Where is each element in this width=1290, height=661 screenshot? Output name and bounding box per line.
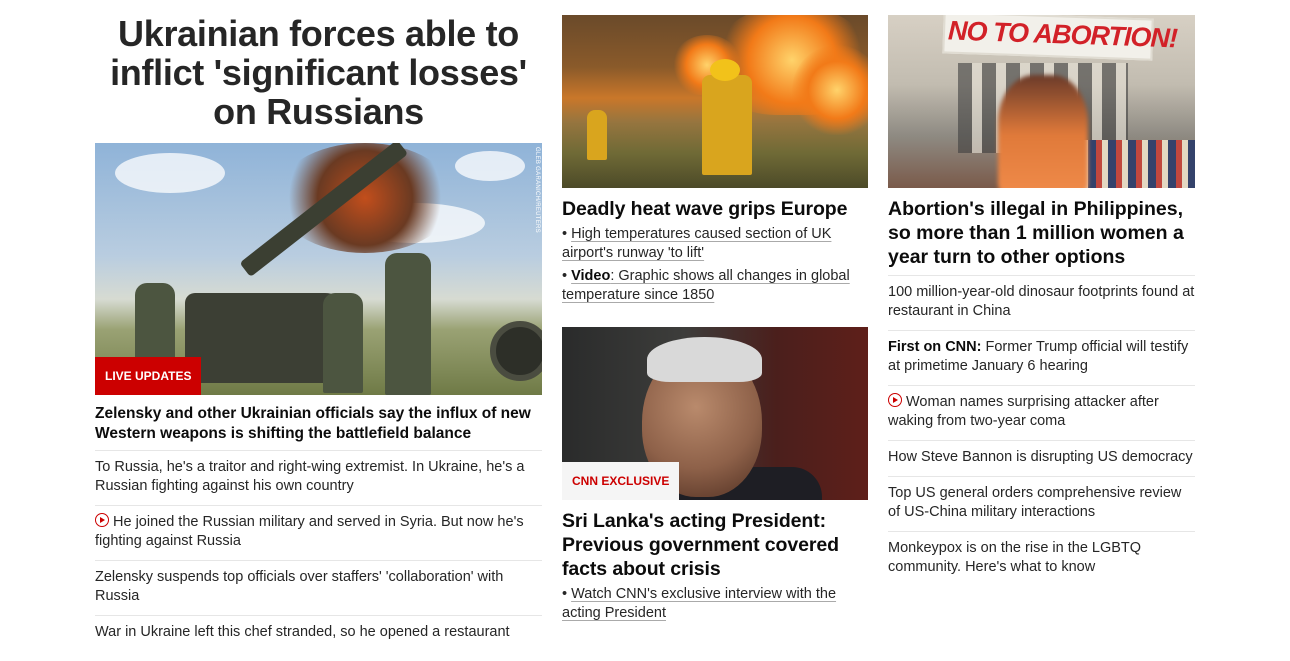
list-item-text: Woman names surprising attacker after wa…: [888, 394, 1159, 429]
bullet-glyph: •: [562, 226, 572, 242]
wildfire-photo[interactable]: [562, 15, 868, 188]
sri-lanka-headline-link[interactable]: Sri Lanka's acting President: Previous g…: [562, 509, 868, 581]
list-item[interactable]: He joined the Russian military and serve…: [95, 505, 542, 560]
list-item[interactable]: 100 million-year-old dinosaur footprints…: [888, 275, 1195, 330]
bullet-text: Watch CNN's exclusive interview with the…: [562, 586, 837, 621]
list-item[interactable]: First on CNN: Former Trump official will…: [888, 330, 1195, 385]
play-icon: [888, 393, 902, 407]
first-on-cnn-label: First on CNN:: [888, 339, 982, 355]
sri-lanka-bullet-1[interactable]: • Watch CNN's exclusive interview with t…: [562, 585, 868, 623]
lead-sub-headline-link[interactable]: Zelensky and other Ukrainian officials s…: [95, 404, 542, 444]
soldier-figure: [385, 253, 431, 395]
play-icon: [95, 513, 109, 527]
list-item-text: How Steve Bannon is disrupting US democr…: [888, 449, 1193, 465]
list-item[interactable]: Woman names surprising attacker after wa…: [888, 385, 1195, 440]
middle-column: Deadly heat wave grips Europe • High tem…: [562, 0, 868, 623]
flame-shape: [792, 45, 868, 135]
photo-credit: GLEB GARANICH/REUTERS: [534, 147, 540, 233]
right-stories-list: 100 million-year-old dinosaur footprints…: [888, 275, 1195, 586]
bullet-glyph: •: [562, 586, 572, 602]
heat-wave-headline-link[interactable]: Deadly heat wave grips Europe: [562, 197, 868, 221]
list-item-text: He joined the Russian military and serve…: [95, 514, 524, 549]
video-label: Video: [571, 268, 611, 284]
howitzer-wheel: [490, 321, 542, 381]
protest-photo[interactable]: NO TO ABORTION!: [888, 15, 1195, 188]
philippines-headline-link[interactable]: Abortion's illegal in Philippines, so mo…: [888, 197, 1195, 269]
list-item-text: Zelensky suspends top officials over sta…: [95, 569, 504, 604]
live-updates-badge: LIVE UPDATES: [95, 357, 202, 395]
related-stories-list: To Russia, he's a traitor and right-wing…: [95, 450, 542, 651]
list-item[interactable]: War in Ukraine left this chef stranded, …: [95, 615, 542, 651]
bullet-text: High temperatures caused section of UK a…: [562, 226, 832, 261]
blurred-person: [998, 75, 1088, 188]
firefighter-figure: [702, 75, 752, 175]
list-item[interactable]: Monkeypox is on the rise in the LGBTQ co…: [888, 531, 1195, 586]
helmet-shape: [710, 59, 740, 81]
cloud-shape: [115, 153, 225, 193]
lead-story-column: Ukrainian forces able to inflict 'signif…: [95, 0, 542, 651]
list-item[interactable]: Top US general orders comprehensive revi…: [888, 476, 1195, 531]
firefighter-figure: [587, 110, 607, 160]
heat-wave-bullet-1[interactable]: • High temperatures caused section of UK…: [562, 225, 868, 263]
acting-president-photo[interactable]: CNN EXCLUSIVE: [562, 327, 868, 500]
list-item[interactable]: Zelensky suspends top officials over sta…: [95, 560, 542, 615]
heat-wave-bullet-2[interactable]: • Video: Graphic shows all changes in gl…: [562, 267, 868, 305]
list-item-text: War in Ukraine left this chef stranded, …: [95, 624, 510, 640]
list-item-text: Top US general orders comprehensive revi…: [888, 485, 1182, 520]
list-item-text: To Russia, he's a traitor and right-wing…: [95, 459, 525, 494]
artillery-photo[interactable]: GLEB GARANICH/REUTERS LIVE UPDATES: [95, 143, 542, 395]
hair-shape: [647, 337, 762, 382]
cnn-exclusive-badge: CNN EXCLUSIVE: [562, 462, 680, 500]
sri-lanka-story: CNN EXCLUSIVE Sri Lanka's acting Preside…: [562, 327, 868, 623]
bullet-glyph: •: [562, 268, 572, 284]
list-item[interactable]: How Steve Bannon is disrupting US democr…: [888, 440, 1195, 476]
list-item[interactable]: To Russia, he's a traitor and right-wing…: [95, 450, 542, 505]
lead-headline-link[interactable]: Ukrainian forces able to inflict 'signif…: [95, 14, 542, 131]
right-column: NO TO ABORTION! Abortion's illegal in Ph…: [888, 0, 1195, 586]
soldier-figure: [323, 293, 363, 393]
cloud-shape: [455, 151, 525, 181]
list-item-text: Monkeypox is on the rise in the LGBTQ co…: [888, 540, 1142, 575]
list-item-text: 100 million-year-old dinosaur footprints…: [888, 284, 1195, 319]
